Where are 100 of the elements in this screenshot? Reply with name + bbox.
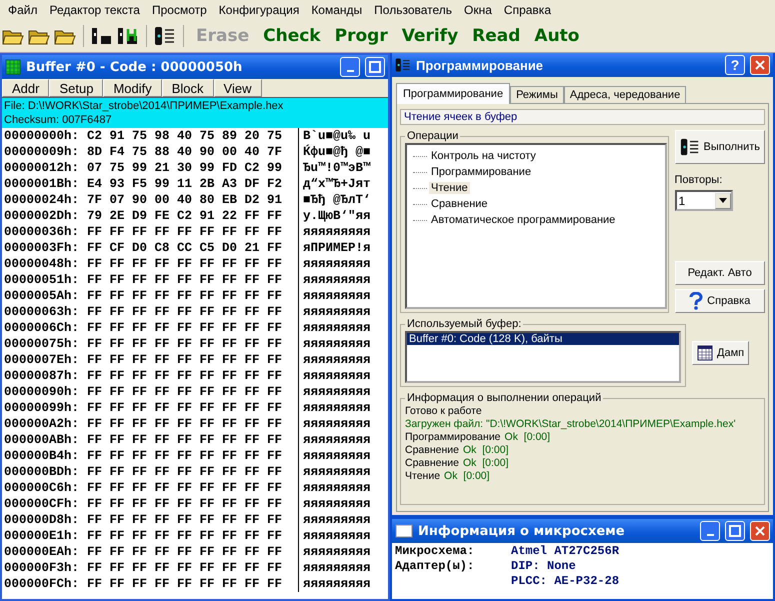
help-button[interactable]: ? [725, 55, 745, 75]
log-line: Готово к работе [405, 405, 483, 418]
maximize-button[interactable] [365, 57, 385, 77]
command-button[interactable]: Verify [396, 26, 464, 46]
hex-bytes: FF FF FF FF FF FF FF FF FF [79, 400, 300, 416]
hex-address: 00000024h: [3, 192, 80, 208]
ascii-text: яяяяяяяяя [302, 544, 371, 560]
hex-bytes: FF FF FF FF FF FF FF FF FF [79, 560, 300, 576]
minimize-button[interactable] [700, 521, 720, 541]
dropdown-icon [718, 198, 727, 203]
ascii-text: Ђu™!0™эB™ [302, 160, 371, 176]
hex-bytes: FF FF FF FF FF FF FF FF FF [79, 448, 300, 464]
ascii-text: яяяяяяяяя [302, 336, 371, 352]
hex-bytes: FF FF FF FF FF FF FF FF FF [79, 464, 300, 480]
programmer-icon[interactable] [680, 137, 700, 157]
command-button[interactable]: Read [467, 26, 526, 46]
programmer-icon[interactable] [154, 25, 176, 47]
close-button[interactable] [750, 521, 770, 541]
menu-item[interactable]: Пользователь [368, 3, 458, 17]
run-button[interactable]: Выполнить [674, 130, 765, 164]
hex-bytes: FF CF D0 C8 CC C5 D0 21 FF [79, 240, 300, 256]
repeats-select[interactable]: 1 [674, 190, 733, 211]
tree-item[interactable]: Контроль на чистоту [429, 150, 538, 162]
menu-item[interactable]: Файл [2, 3, 44, 17]
ascii-text: ■Ђђ @ЂлТ‘ [302, 192, 371, 208]
ascii-text: д“х™Ђ+Jят [302, 176, 371, 192]
tab[interactable]: Адреса, чередование [564, 86, 686, 104]
tab[interactable]: Программирование [396, 83, 510, 104]
result-text: Ok [0:00] [462, 444, 509, 457]
ascii-text: яяяяяяяяя [302, 528, 371, 544]
hex-address: 00000063h: [3, 304, 80, 320]
hex-bytes: FF FF FF FF FF FF FF FF FF [79, 384, 300, 400]
field-label: Микросхема: [395, 544, 476, 559]
field-value: PLCC: AE-P32-28 [511, 574, 620, 589]
hex-address: 0000007Eh: [3, 352, 80, 368]
hex-bytes: FF FF FF FF FF FF FF FF FF [79, 368, 300, 384]
hex-bytes: FF FF FF FF FF FF FF FF FF [79, 512, 300, 528]
ascii-text: яяяяяяяяя [302, 320, 371, 336]
menu-button[interactable]: Addr [2, 79, 50, 97]
chip-icon[interactable] [117, 26, 139, 46]
ascii-text: яяяяяяяяя [302, 400, 371, 416]
log-line: Чтение [405, 470, 440, 483]
table-icon [697, 344, 713, 360]
hex-bytes: 8D F4 75 88 40 90 00 40 7F [79, 144, 300, 160]
ascii-text: яяяяяяяяя [302, 464, 371, 480]
hex-bytes: FF FF FF FF FF FF FF FF FF [79, 304, 300, 320]
menu-item[interactable]: Команды [305, 3, 368, 17]
hex-bytes: FF FF FF FF FF FF FF FF FF [79, 496, 300, 512]
menu-button[interactable]: Setup [49, 79, 104, 97]
result-text: Ok [0:00] [462, 457, 509, 470]
hex-bytes: 7F 07 90 00 40 80 EB D2 91 [79, 192, 300, 208]
ascii-text: яяяяяяяяя [302, 432, 371, 448]
menu-item[interactable]: Окна [458, 3, 498, 17]
ascii-text: y.ЩюB‘"яя [302, 208, 371, 224]
menu-item[interactable]: Конфигурация [212, 3, 306, 17]
hex-bytes: FF FF FF FF FF FF FF FF FF [79, 256, 300, 272]
close-button[interactable] [750, 55, 770, 75]
hex-address: 00000000h: [3, 128, 80, 144]
tree-item[interactable]: Чтение [429, 182, 470, 194]
tree-item[interactable]: Автоматическое программирование [429, 214, 618, 226]
hex-bytes: 07 75 99 21 30 99 FD C2 99 [79, 160, 300, 176]
hex-address: 000000CFh: [3, 496, 80, 512]
maximize-button[interactable] [725, 521, 745, 541]
ascii-text: яяяяяяяяя [302, 512, 371, 528]
group-label: Операции [406, 130, 460, 142]
ascii-text: яяяяяяяяя [302, 304, 371, 320]
log-line: Сравнение [405, 444, 459, 457]
menu-item[interactable]: Справка [498, 3, 557, 17]
menu-button[interactable]: Modify [103, 79, 162, 97]
ascii-text: яяяяяяяяя [302, 224, 371, 240]
status-field: Чтение ячеек в буфер [400, 109, 765, 125]
field-label: Адаптер(ы): [395, 559, 476, 574]
field-value: Atmel AT27C256R [511, 544, 620, 559]
edit-auto-button[interactable]: Редакт. Авто [674, 261, 765, 285]
dump-button[interactable]: Дамп [692, 340, 750, 364]
command-button[interactable]: Auto [529, 26, 584, 46]
command-button[interactable]: Check [258, 26, 326, 46]
menu-button[interactable]: View [214, 79, 262, 97]
ascii-text: яяяяяяяяя [302, 272, 371, 288]
menu-item[interactable]: Редактор текста [44, 3, 146, 17]
hex-address: 00000012h: [3, 160, 80, 176]
repeats-label: Повторы: [674, 174, 724, 186]
tab[interactable]: Режимы [510, 86, 564, 104]
hex-bytes: FF FF FF FF FF FF FF FF FF [79, 352, 300, 368]
tree-item[interactable]: Программирование [429, 166, 534, 178]
window-title: Программирование [416, 58, 544, 72]
close-icon [754, 525, 766, 537]
tree-item[interactable]: Сравнение [429, 198, 490, 210]
hex-address: 0000001Bh: [3, 176, 80, 192]
menu-item[interactable]: Просмотр [146, 3, 213, 17]
group-label: Информация о выполнении операций [406, 392, 602, 404]
minimize-button[interactable] [340, 57, 360, 77]
chip-icon[interactable] [91, 26, 113, 46]
list-item[interactable]: Buffer #0: Code (128 K), байты [407, 333, 679, 345]
help-text-button[interactable]: Справка [674, 289, 765, 313]
menu-button[interactable]: Block [162, 79, 214, 97]
command-button[interactable]: Progr [330, 26, 393, 46]
group-label: Используемый буфер: [406, 318, 522, 330]
hex-address: 000000F3h: [3, 560, 80, 576]
hex-address: 000000E1h: [3, 528, 80, 544]
